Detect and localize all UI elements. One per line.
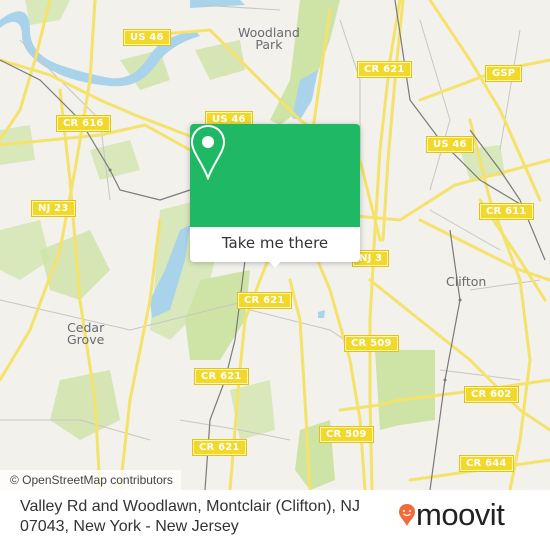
- road-shield-cr616: CR 616: [56, 115, 111, 132]
- road-shield-cr621: CR 621: [237, 292, 292, 309]
- road-shield-cr509: CR 509: [319, 426, 374, 443]
- road-shield-cr621: CR 621: [194, 368, 249, 385]
- road-shield-cr644: CR 644: [459, 455, 514, 472]
- place-label-clifton: Clifton: [446, 274, 487, 289]
- map-pin-icon: [190, 124, 226, 180]
- map-attribution[interactable]: © OpenStreetMap contributors: [0, 470, 181, 490]
- location-popup: Take me there: [190, 124, 360, 268]
- road-shield-cr621: CR 621: [192, 439, 247, 456]
- map-canvas[interactable]: Woodland Park Cedar Grove Clifton US 46 …: [0, 0, 550, 490]
- road-shield-cr602: CR 602: [464, 386, 519, 403]
- popup-tail: [268, 260, 282, 268]
- road-shield-cr621: CR 621: [357, 61, 412, 78]
- footer: Valley Rd and Woodlawn, Montclair (Clift…: [0, 490, 550, 550]
- take-me-there-button[interactable]: Take me there: [190, 227, 360, 262]
- road-shield-us46: US 46: [426, 136, 474, 153]
- road-shield-us46: US 46: [123, 29, 171, 46]
- road-shield-gsp: GSP: [484, 65, 523, 82]
- address-line-2: 07043, New York - New Jersey: [20, 518, 239, 535]
- place-label-woodland-park: Woodland Park: [238, 26, 300, 52]
- address-line-1: Valley Rd and Woodlawn, Montclair (Clift…: [20, 498, 360, 515]
- moovit-wordmark: moovit: [416, 497, 505, 532]
- place-label-line: Grove: [67, 332, 105, 347]
- road-shield-nj23: NJ 23: [31, 200, 76, 217]
- place-label-line: Clifton: [446, 274, 487, 289]
- moovit-pin-icon: [399, 504, 415, 526]
- place-label-line: Park: [255, 37, 283, 52]
- popup-header: [190, 124, 360, 227]
- road-shield-cr611: CR 611: [479, 203, 534, 220]
- moovit-logo[interactable]: moovit: [398, 497, 538, 533]
- road-shield-cr509: CR 509: [344, 335, 399, 352]
- stop-address: Valley Rd and Woodlawn, Montclair (Clift…: [20, 497, 380, 537]
- place-label-cedar-grove: Cedar Grove: [67, 321, 105, 347]
